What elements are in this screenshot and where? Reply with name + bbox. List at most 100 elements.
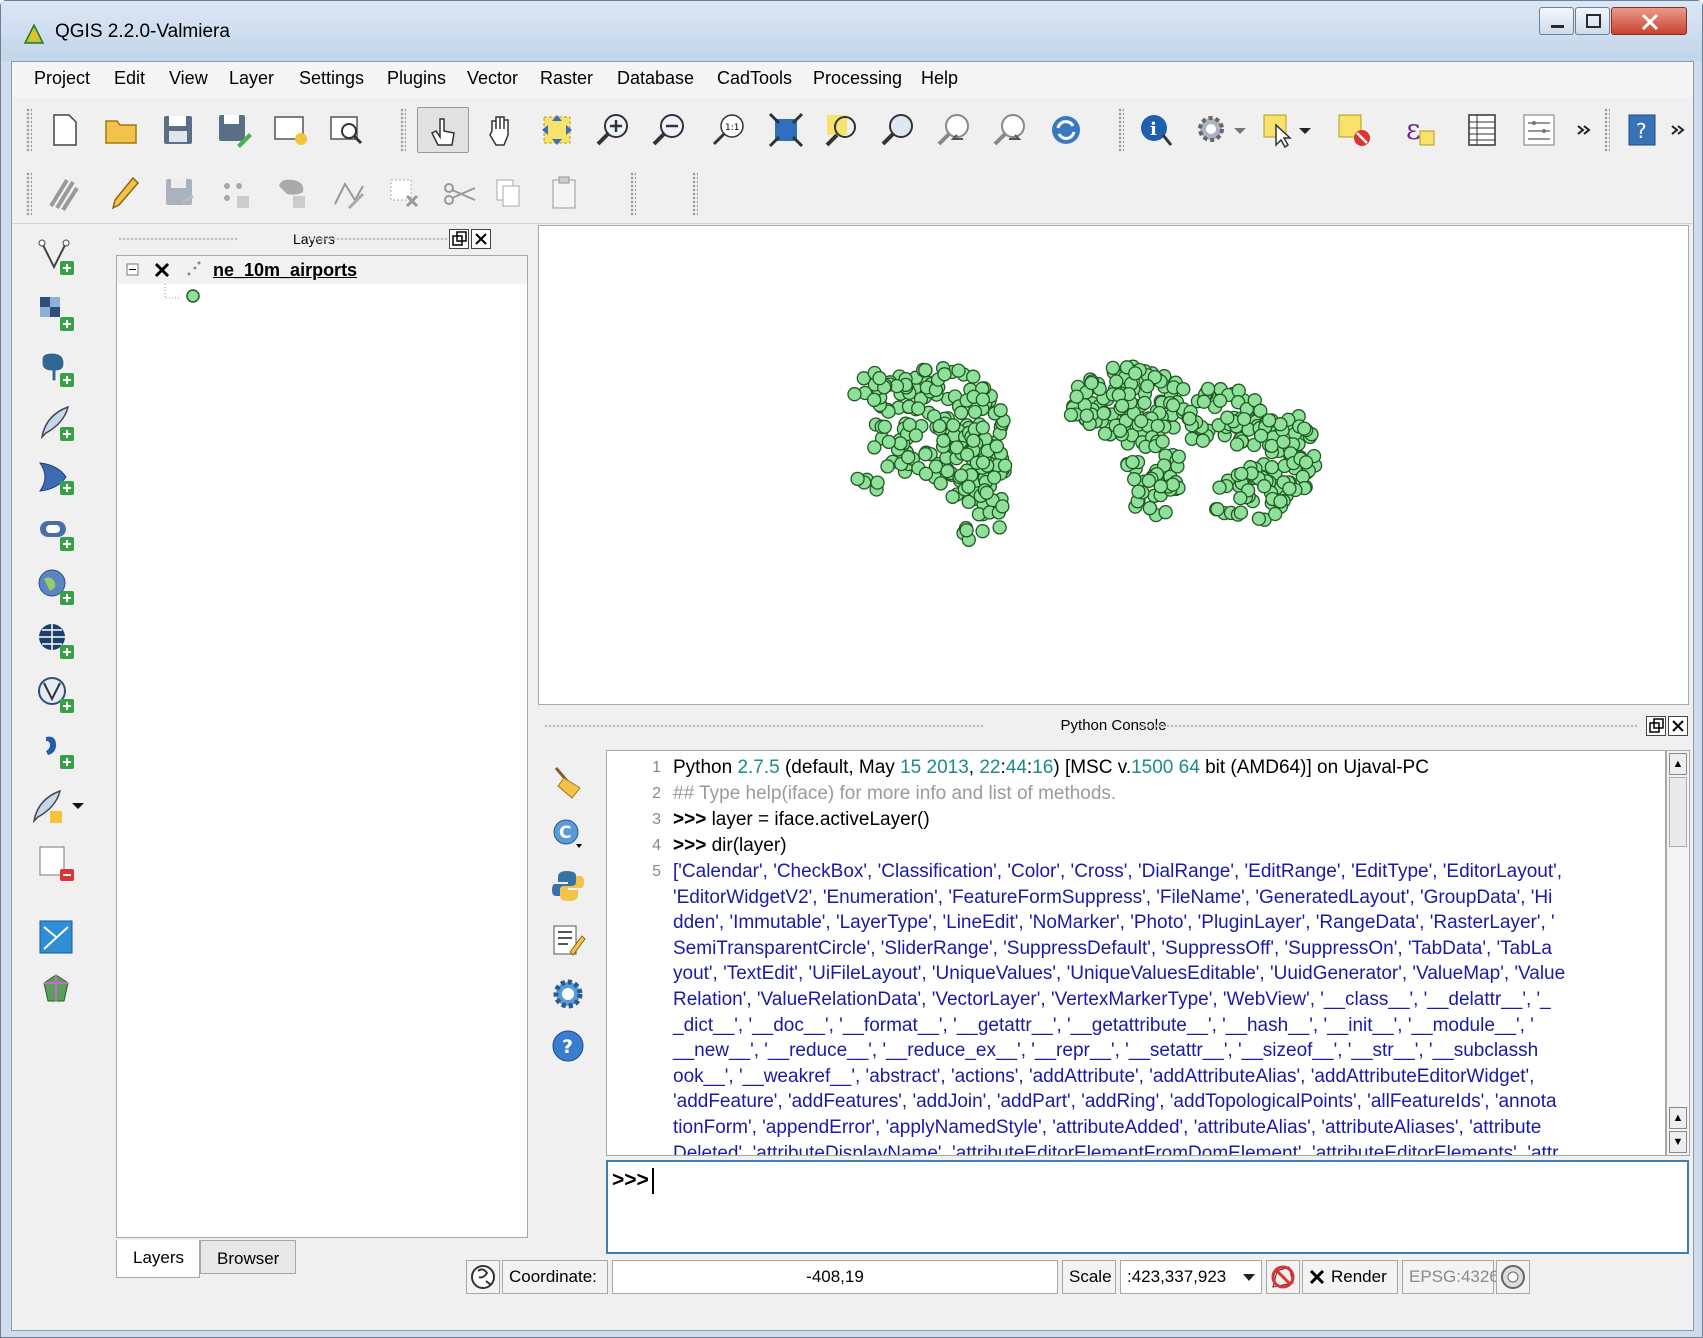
zoom-full-button[interactable] — [764, 107, 808, 153]
menu-help[interactable]: Help — [921, 68, 958, 89]
node-tool-button[interactable] — [326, 170, 370, 216]
close-panel-button[interactable] — [471, 229, 491, 249]
console-scrollbar[interactable]: ▲ ▲ ▼ — [1666, 750, 1690, 1156]
menu-project[interactable]: Project — [34, 68, 90, 89]
console-help-button[interactable]: ? — [548, 1026, 588, 1066]
copy-features-button[interactable] — [486, 170, 530, 216]
add-mssql-layer-button[interactable] — [34, 455, 78, 499]
select-dropdown[interactable] — [1295, 107, 1315, 153]
save-project-button[interactable] — [156, 107, 200, 153]
zoom-next-button[interactable] — [988, 107, 1032, 153]
float-panel-button[interactable] — [449, 229, 469, 249]
zoom-actual-size-button[interactable]: 1:1 — [707, 107, 751, 153]
zoom-out-button[interactable] — [647, 107, 691, 153]
scroll-down-button[interactable]: ▼ — [1669, 1131, 1687, 1153]
new-print-composer-button[interactable] — [268, 107, 312, 153]
crs-status[interactable]: EPSG:4326 — [1402, 1260, 1499, 1294]
menu-edit[interactable]: Edit — [114, 68, 145, 89]
add-oracle-layer-button[interactable] — [34, 511, 78, 555]
menu-database[interactable]: Database — [617, 68, 694, 89]
scroll-up-button-lower[interactable]: ▲ — [1669, 1107, 1687, 1129]
toolbar-grip[interactable] — [630, 172, 636, 216]
scroll-up-button[interactable]: ▲ — [1669, 753, 1687, 775]
toolbar-grip[interactable] — [400, 108, 406, 152]
toolbar-grip[interactable] — [26, 108, 32, 152]
georeferencer-button[interactable] — [34, 915, 78, 959]
open-project-button[interactable] — [100, 107, 144, 153]
messages-button[interactable] — [466, 1260, 500, 1294]
toolbar-grip[interactable] — [1604, 108, 1610, 152]
pan-to-selection-button[interactable] — [535, 107, 579, 153]
toolbar-grip[interactable] — [692, 172, 698, 216]
remove-layer-button[interactable] — [34, 841, 78, 885]
menu-cadtools[interactable]: CadTools — [717, 68, 792, 89]
cut-features-button[interactable] — [438, 170, 482, 216]
help-button[interactable]: ? — [1620, 107, 1664, 153]
menu-settings[interactable]: Settings — [299, 68, 364, 89]
touch-zoom-pan-button[interactable] — [417, 107, 469, 153]
render-checkbox[interactable] — [1309, 1269, 1325, 1285]
console-output[interactable]: 1 Python 2.7.5 (default, May 15 2013, 22… — [606, 750, 1666, 1156]
close-button[interactable] — [1611, 7, 1687, 35]
paste-features-button[interactable] — [542, 170, 586, 216]
add-feature-button[interactable] — [214, 170, 258, 216]
zoom-to-selection-button[interactable] — [820, 107, 864, 153]
add-postgis-layer-button[interactable] — [34, 347, 78, 391]
clear-console-button[interactable] — [548, 762, 588, 802]
toolbar-grip[interactable] — [1118, 108, 1124, 152]
menu-vector[interactable]: Vector — [467, 68, 518, 89]
menu-raster[interactable]: Raster — [540, 68, 593, 89]
run-command-button[interactable] — [548, 866, 588, 906]
float-console-button[interactable] — [1646, 716, 1666, 736]
composer-manager-button[interactable] — [324, 107, 368, 153]
layer-name[interactable]: ne_10m_airports — [213, 260, 357, 281]
run-feature-action-button[interactable] — [1190, 107, 1234, 153]
add-wms-layer-button[interactable] — [34, 565, 78, 609]
move-feature-button[interactable] — [270, 170, 314, 216]
maximize-button[interactable] — [1575, 7, 1610, 35]
console-input[interactable]: >>> — [606, 1160, 1689, 1254]
refresh-button[interactable] — [1044, 107, 1088, 153]
measure-button[interactable] — [1517, 107, 1561, 153]
menu-plugins[interactable]: Plugins — [387, 68, 446, 89]
map-canvas[interactable] — [538, 225, 1689, 705]
action-dropdown[interactable] — [1230, 107, 1250, 153]
field-calculator-button[interactable]: ε — [1397, 107, 1441, 153]
menu-view[interactable]: View — [169, 68, 208, 89]
collapse-icon[interactable] — [125, 262, 141, 278]
crs-button[interactable] — [1496, 1260, 1530, 1294]
new-shapefile-layer-button[interactable] — [30, 785, 88, 829]
identify-button[interactable]: i — [1134, 107, 1178, 153]
minimize-button[interactable] — [1539, 7, 1574, 35]
plugin-manager-button[interactable] — [34, 969, 78, 1013]
scale-combobox[interactable]: :423,337,923 — [1120, 1260, 1262, 1294]
attribute-table-button[interactable] — [1460, 107, 1504, 153]
import-class-button[interactable]: C — [548, 814, 588, 854]
zoom-last-button[interactable] — [932, 107, 976, 153]
visibility-checkbox[interactable] — [153, 261, 171, 279]
coordinate-field[interactable]: -408,19 — [612, 1260, 1058, 1294]
toolbar-overflow-button[interactable] — [1570, 107, 1600, 153]
layer-item-ne-10m-airports[interactable]: ne_10m_airports — [117, 256, 527, 284]
map-points-layer[interactable] — [539, 226, 1688, 704]
add-wfs-layer-button[interactable] — [34, 673, 78, 717]
add-delimited-text-layer-button[interactable] — [34, 729, 78, 773]
render-toggle[interactable]: Render — [1302, 1260, 1398, 1294]
show-editor-button[interactable] — [548, 920, 588, 960]
zoom-in-button[interactable] — [591, 107, 635, 153]
add-vector-layer-button[interactable] — [34, 235, 78, 279]
save-as-button[interactable] — [212, 107, 256, 153]
menu-layer[interactable]: Layer — [229, 68, 274, 89]
layer-tree[interactable]: ne_10m_airports — [116, 255, 528, 1238]
current-edits-button[interactable] — [42, 170, 86, 216]
pan-map-button[interactable] — [479, 107, 523, 153]
add-spatialite-layer-button[interactable] — [34, 401, 78, 445]
toolbar-overflow-button-2[interactable] — [1666, 107, 1692, 153]
toggle-editing-button[interactable] — [102, 170, 146, 216]
add-wcs-layer-button[interactable] — [34, 619, 78, 663]
zoom-to-layer-button[interactable] — [876, 107, 920, 153]
toolbar-grip[interactable] — [26, 172, 32, 216]
add-raster-layer-button[interactable] — [34, 291, 78, 335]
console-settings-button[interactable] — [548, 974, 588, 1014]
close-console-button[interactable] — [1668, 716, 1688, 736]
